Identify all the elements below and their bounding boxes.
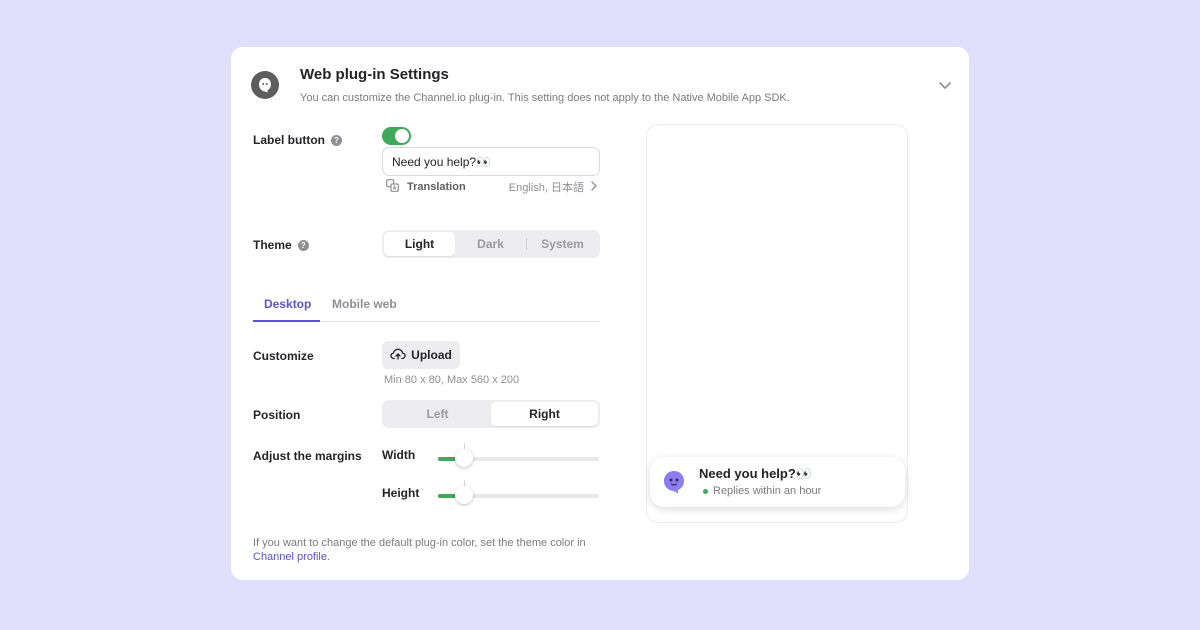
help-icon[interactable]: ? xyxy=(297,239,309,251)
online-status-dot xyxy=(703,488,708,494)
bubble-status-text: Replies within an hour xyxy=(713,485,822,497)
slider-thumb[interactable] xyxy=(454,449,473,467)
height-slider[interactable] xyxy=(438,480,599,504)
margins-label: Adjust the margins xyxy=(253,449,362,463)
bubble-status: Replies within an hour xyxy=(703,485,821,497)
channel-ghost-icon xyxy=(251,71,279,99)
theme-option-dark[interactable]: Dark xyxy=(455,232,526,256)
help-icon[interactable]: ? xyxy=(331,134,342,146)
theme-label: Theme xyxy=(253,238,292,252)
toggle-knob xyxy=(395,129,409,143)
footnote: If you want to change the default plug-i… xyxy=(253,536,613,564)
width-slider[interactable] xyxy=(438,443,599,467)
theme-row-label: Theme ? xyxy=(253,238,309,252)
label-button-row-label: Label button ? xyxy=(253,133,342,147)
chevron-right-icon xyxy=(590,180,598,194)
page-subtitle: You can customize the Channel.io plug-in… xyxy=(300,92,790,104)
upload-size-hint: Min 80 x 80, Max 560 x 200 xyxy=(384,374,520,386)
bubble-title: Need you help?👀 xyxy=(699,466,812,481)
upload-label: Upload xyxy=(411,348,452,362)
channel-bot-icon xyxy=(661,469,687,495)
label-button-preview[interactable]: Need you help?👀 Replies within an hour xyxy=(650,457,905,507)
tab-desktop[interactable]: Desktop xyxy=(264,297,311,311)
channel-profile-link[interactable]: Channel profile xyxy=(253,551,327,563)
settings-card: Web plug-in Settings You can customize t… xyxy=(231,47,969,580)
height-label: Height xyxy=(382,486,420,500)
upload-button[interactable]: Upload xyxy=(382,341,460,369)
page-title: Web plug-in Settings xyxy=(300,66,449,83)
footnote-text: If you want to change the default plug-i… xyxy=(253,537,586,549)
footnote-suffix: . xyxy=(327,551,331,563)
position-option-right[interactable]: Right xyxy=(491,402,598,426)
translation-row[interactable]: Translation English, 日本語 xyxy=(386,179,598,195)
label-button-toggle[interactable] xyxy=(382,127,411,145)
customize-label: Customize xyxy=(253,349,314,363)
platform-tabs: Desktop Mobile web xyxy=(253,290,600,322)
translation-label: Translation xyxy=(407,181,466,193)
label-button-label: Label button xyxy=(253,133,325,147)
cloud-upload-icon xyxy=(390,348,406,363)
slider-thumb[interactable] xyxy=(454,486,473,504)
active-tab-indicator xyxy=(253,320,320,322)
position-label: Position xyxy=(253,408,301,422)
theme-option-light[interactable]: Light xyxy=(384,232,455,256)
theme-selector: Light Dark System xyxy=(382,230,600,258)
theme-option-system[interactable]: System xyxy=(527,232,598,256)
position-option-left[interactable]: Left xyxy=(384,402,491,426)
label-text-input[interactable] xyxy=(382,147,600,176)
position-selector: Left Right xyxy=(382,400,600,428)
chevron-down-icon[interactable] xyxy=(937,77,953,93)
translation-languages: English, 日本語 xyxy=(508,182,584,194)
width-label: Width xyxy=(382,448,416,462)
tab-mobile-web[interactable]: Mobile web xyxy=(332,297,397,311)
translate-icon xyxy=(386,179,399,195)
